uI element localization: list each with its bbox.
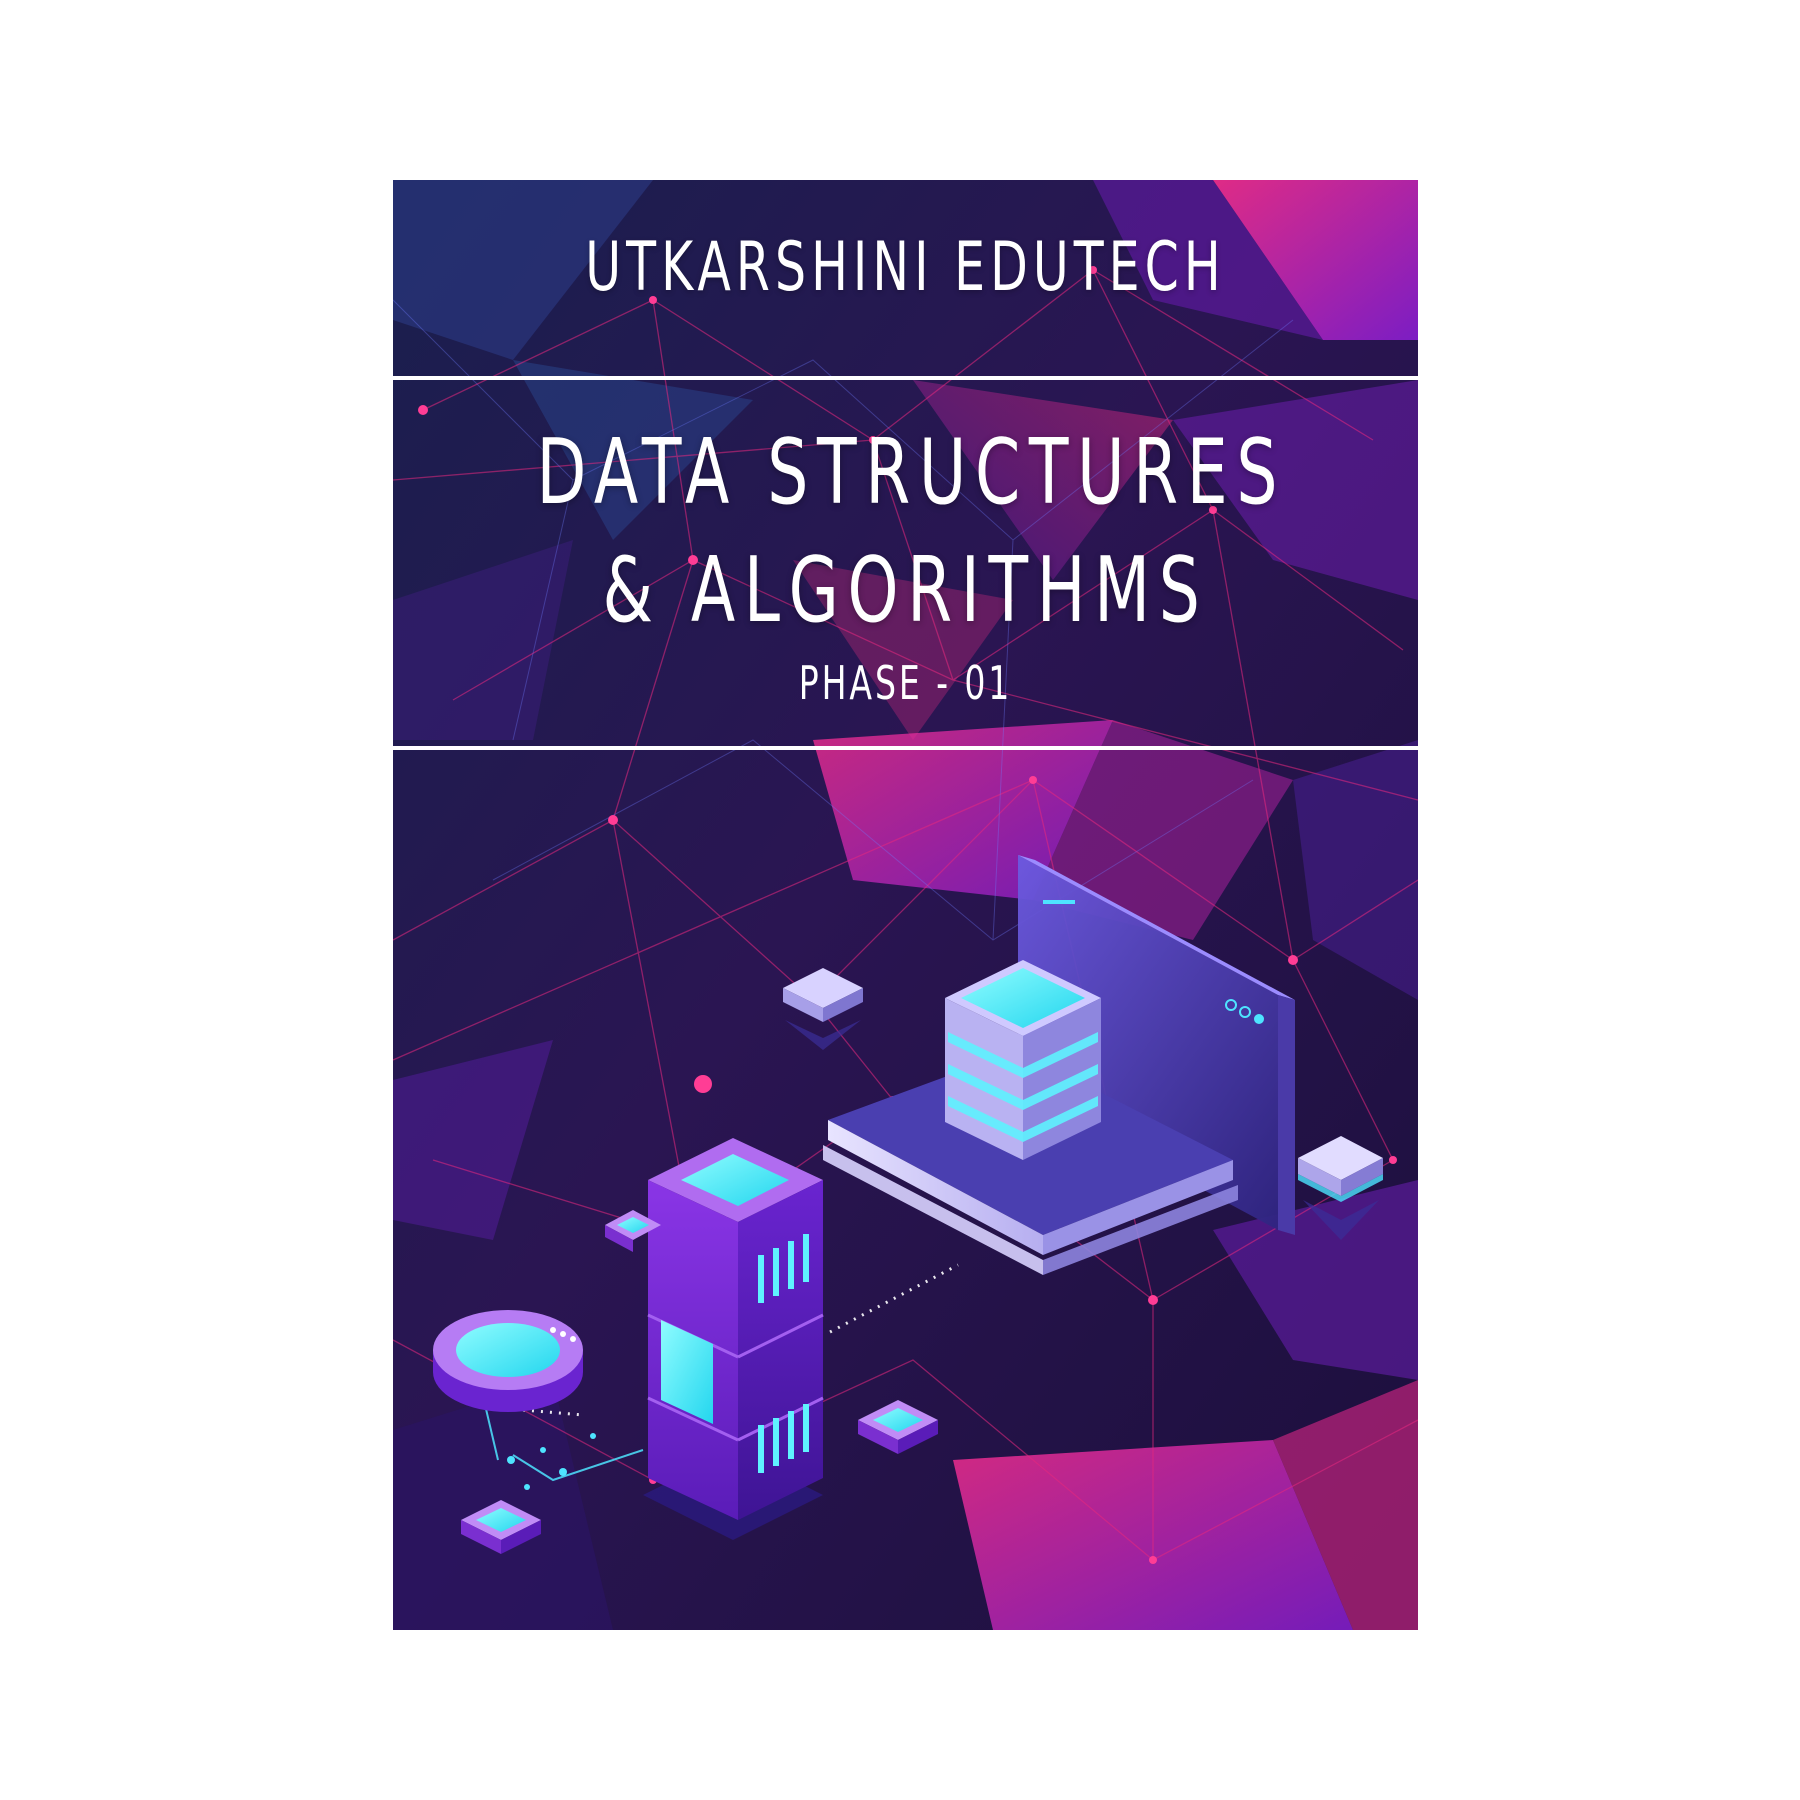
- chip-node-icon: [783, 968, 863, 1050]
- top-divider: [393, 376, 1418, 380]
- bottom-divider: [393, 746, 1418, 750]
- page: UTKARSHINI EDUTECH DATA STRUCTURES & ALG…: [0, 0, 1800, 1800]
- book-title-line-1: DATA STRUCTURES: [536, 420, 1287, 525]
- chip-node-icon: [461, 1500, 541, 1554]
- book-cover: UTKARSHINI EDUTECH DATA STRUCTURES & ALG…: [393, 180, 1418, 1630]
- chip-node-icon: [1298, 1136, 1383, 1240]
- isometric-illustration: [433, 855, 1383, 1554]
- storage-disk-icon: [433, 1310, 583, 1412]
- server-tower-icon: [643, 1138, 824, 1540]
- publisher-name: UTKARSHINI EDUTECH: [585, 228, 1226, 307]
- phase-subtitle: PHASE - 01: [798, 656, 1013, 710]
- database-stack-icon: [945, 960, 1101, 1160]
- book-title-line-2: & ALGORITHMS: [602, 538, 1209, 643]
- chip-node-icon: [858, 1400, 938, 1454]
